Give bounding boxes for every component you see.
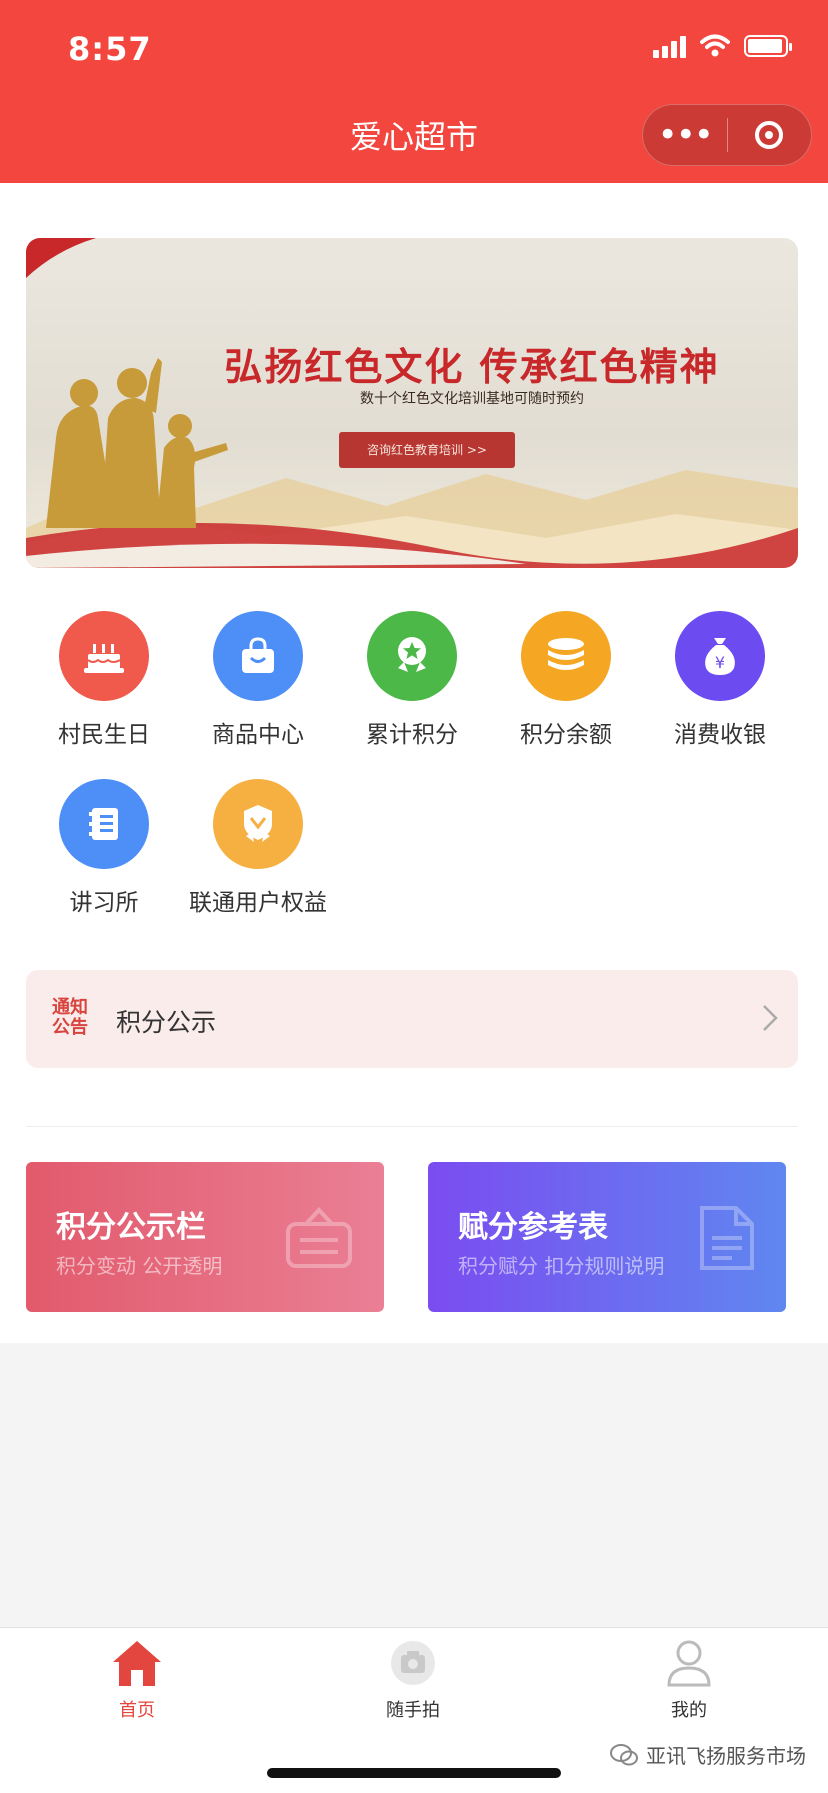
menu-item-total-points[interactable]: 累计积分 — [337, 611, 487, 749]
menu-item-birthday[interactable]: 村民生日 — [29, 611, 179, 749]
tab-mine[interactable]: 我的 — [629, 1638, 749, 1722]
svg-text:¥: ¥ — [715, 653, 725, 672]
tab-label: 随手拍 — [386, 1700, 440, 1721]
tab-snapshot[interactable]: 随手拍 — [353, 1638, 473, 1722]
cellular-signal-icon — [653, 34, 686, 58]
points-board-card[interactable]: 积分公示栏 积分变动 公开透明 — [26, 1162, 384, 1312]
menu-item-lecture-hall[interactable]: 讲习所 — [29, 779, 179, 917]
menu-label: 积分余额 — [520, 722, 612, 748]
money-bag-icon: ¥ — [675, 611, 765, 701]
mini-program-capsule: ••• — [642, 104, 812, 166]
tab-label: 我的 — [671, 1700, 707, 1721]
notice-text: 积分公示 — [116, 1008, 217, 1037]
board-icon — [286, 1207, 352, 1268]
main-content: 弘扬红色文化 传承红色精神 数十个红色文化培训基地可随时预约 咨询红色教育培训 … — [0, 183, 828, 1343]
status-time: 8:57 — [68, 30, 152, 68]
menu-item-points-balance[interactable]: 积分余额 — [491, 611, 641, 749]
banner-consult-button[interactable]: 咨询红色教育培训 >> — [339, 432, 515, 468]
wifi-icon — [700, 34, 730, 57]
card-title: 赋分参考表 — [458, 1210, 608, 1245]
card-title: 积分公示栏 — [56, 1210, 206, 1245]
target-icon — [755, 121, 784, 149]
card-subtitle: 积分赋分 扣分规则说明 — [458, 1254, 665, 1278]
document-icon — [700, 1206, 754, 1270]
notice-bar[interactable]: 通知公告 积分公示 — [26, 970, 798, 1068]
banner-title: 弘扬红色文化 传承红色精神 — [224, 345, 720, 389]
chevron-right-icon — [763, 1005, 778, 1031]
status-icons — [653, 34, 792, 58]
coins-icon — [521, 611, 611, 701]
divider — [26, 1126, 798, 1127]
card-subtitle: 积分变动 公开透明 — [56, 1254, 223, 1278]
menu-item-cashier[interactable]: ¥ 消费收银 — [645, 611, 795, 749]
cake-icon — [59, 611, 149, 701]
shopping-bag-icon — [213, 611, 303, 701]
menu-label: 讲习所 — [69, 890, 139, 916]
medal-icon — [367, 611, 457, 701]
home-indicator — [267, 1768, 561, 1778]
book-icon — [59, 779, 149, 869]
promo-banner[interactable]: 弘扬红色文化 传承红色精神 数十个红色文化培训基地可随时预约 咨询红色教育培训 … — [26, 238, 798, 568]
watermark-text: 亚讯飞扬服务市场 — [646, 1744, 806, 1768]
banner-subtitle: 数十个红色文化培训基地可随时预约 — [360, 391, 584, 407]
camera-icon — [391, 1641, 435, 1685]
notice-badge: 通知公告 — [52, 997, 88, 1038]
wechat-icon — [610, 1743, 638, 1765]
badge-icon — [213, 779, 303, 869]
user-icon — [667, 1640, 711, 1687]
more-menu-icon[interactable]: ••• — [643, 118, 727, 152]
app-header: 8:57 爱心超市 ••• — [0, 0, 828, 183]
close-program-button[interactable] — [728, 121, 812, 149]
menu-label: 累计积分 — [366, 722, 458, 748]
menu-item-goods-center[interactable]: 商品中心 — [183, 611, 333, 749]
home-icon — [113, 1641, 161, 1686]
menu-item-unicom-benefits[interactable]: 联通用户权益 — [183, 779, 333, 917]
scoring-reference-card[interactable]: 赋分参考表 积分赋分 扣分规则说明 — [428, 1162, 786, 1312]
menu-label: 商品中心 — [212, 722, 304, 748]
tab-label: 首页 — [119, 1700, 155, 1721]
menu-label: 消费收银 — [674, 722, 766, 748]
watermark: 亚讯飞扬服务市场 — [610, 1740, 806, 1769]
menu-label: 村民生日 — [58, 722, 150, 748]
battery-icon — [744, 35, 792, 57]
menu-label: 联通用户权益 — [189, 890, 327, 916]
tab-home[interactable]: 首页 — [77, 1638, 197, 1722]
